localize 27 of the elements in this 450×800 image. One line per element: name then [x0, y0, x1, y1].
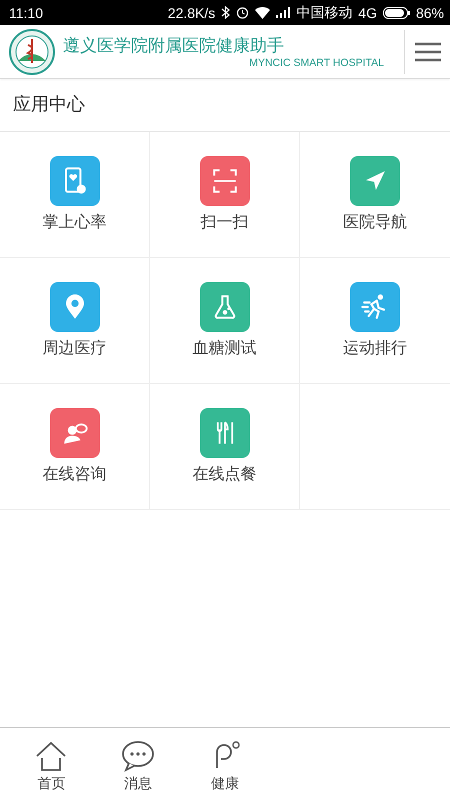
tab-item[interactable]: 首页 [16, 732, 86, 794]
wifi-icon [255, 6, 270, 18]
app-subtitle: MYNCIC SMART HOSPITAL [249, 57, 384, 69]
battery-level: 86% [416, 4, 444, 20]
alarm-icon [236, 6, 250, 19]
section-title: 应用中心 [0, 79, 450, 132]
app-tile[interactable]: 血糖测试 [150, 258, 300, 384]
app-tile[interactable]: 医院导航 [300, 132, 450, 258]
tab-item[interactable]: 消息 [103, 732, 174, 794]
app-tile[interactable]: 在线咨询 [0, 384, 150, 510]
battery-icon [382, 6, 410, 18]
hospital-logo-icon [9, 28, 55, 74]
app-tile[interactable]: 在线点餐 [150, 384, 300, 510]
bluetooth-icon [221, 6, 230, 19]
tab-item[interactable]: 健康 [190, 732, 260, 794]
carrier-name: 中国移动 [296, 4, 352, 22]
chat-icon [120, 738, 156, 772]
signal-icon [276, 7, 290, 18]
menu-icon [414, 42, 440, 62]
status-time: 11:10 [9, 4, 43, 20]
network-speed: 22.8K/s [168, 4, 216, 20]
network-type: 4G [358, 4, 377, 20]
app-tile[interactable]: 扫一扫 [150, 132, 300, 258]
app-tile[interactable]: 运动排行 [300, 258, 450, 384]
app-tile[interactable]: 周边医疗 [0, 258, 150, 384]
app-tile[interactable]: 掌上心率 [0, 132, 150, 258]
app-title: 遵义医学院附属医院健康助手 [63, 35, 285, 57]
